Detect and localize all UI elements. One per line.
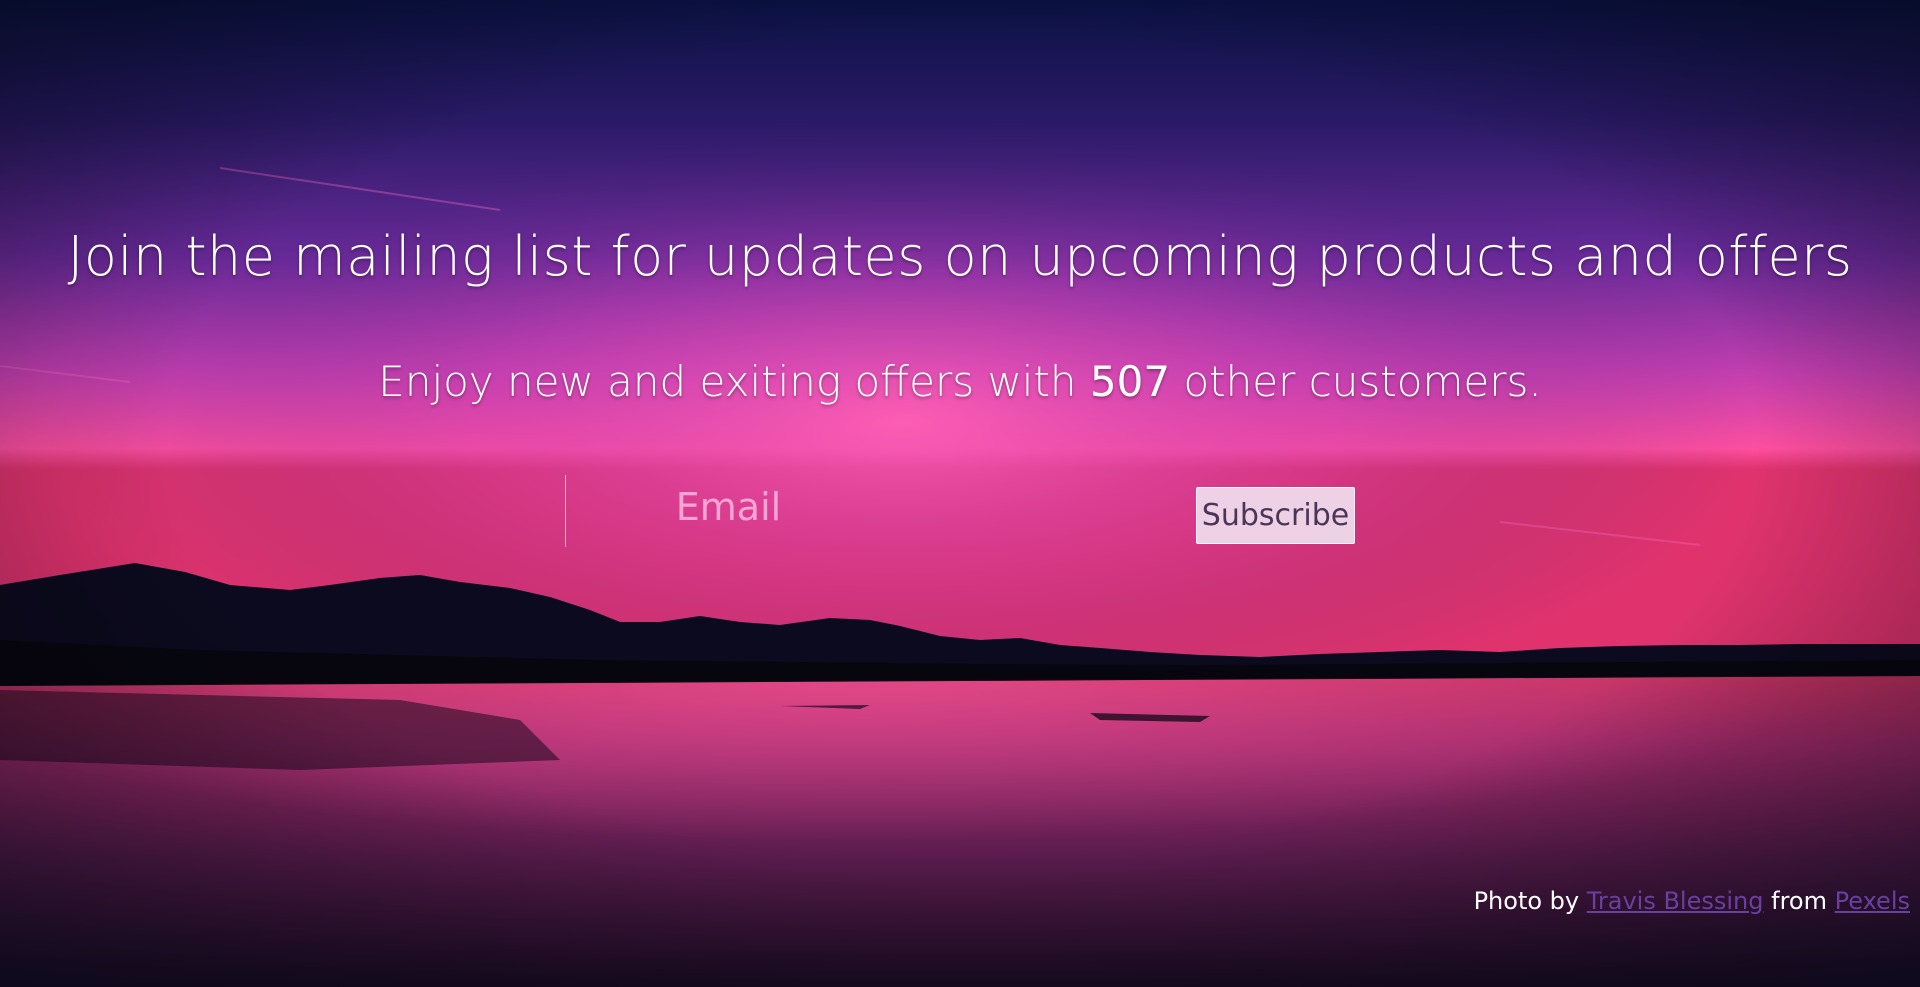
page-title: Join the mailing list for updates on upc…: [67, 225, 1853, 288]
photo-credit: Photo by Travis Blessing from Pexels: [1474, 887, 1910, 915]
email-input[interactable]: [565, 475, 1191, 547]
subline-suffix: other customers.: [1183, 357, 1542, 406]
subscriber-count-message: Enjoy new and exiting offers with 507 ot…: [0, 357, 1920, 406]
subline-prefix: Enjoy new and exiting offers with: [378, 357, 1077, 406]
subscribe-button[interactable]: Subscribe: [1196, 487, 1355, 544]
photographer-link[interactable]: Travis Blessing: [1587, 887, 1764, 915]
subscriber-count: 507: [1089, 357, 1171, 406]
subscribe-form: Subscribe: [0, 470, 1920, 550]
pexels-link[interactable]: Pexels: [1835, 887, 1910, 915]
credit-prefix: Photo by: [1473, 887, 1580, 915]
credit-middle: from: [1771, 887, 1827, 915]
